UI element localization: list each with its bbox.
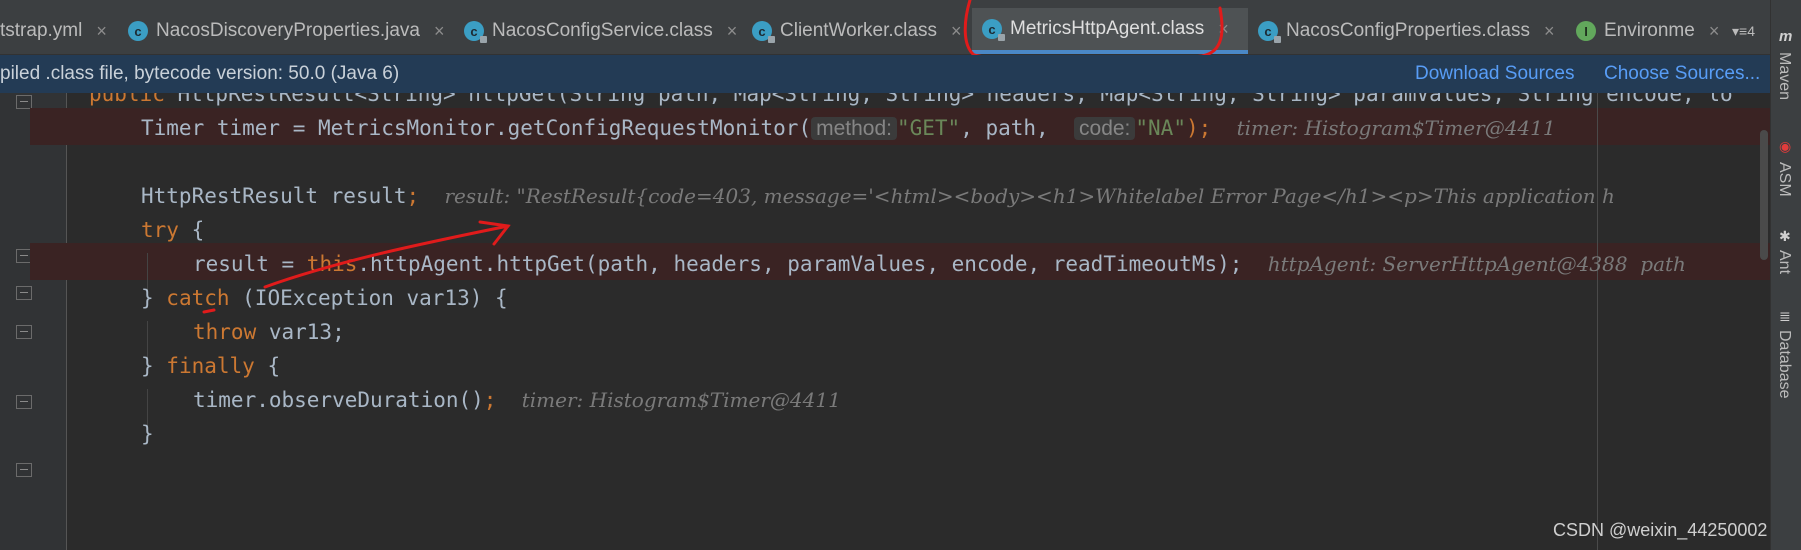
tab-label: Environme bbox=[1604, 20, 1695, 41]
compiled-class-icon: c bbox=[752, 21, 775, 43]
banner-message: piled .class file, bytecode version: 50.… bbox=[0, 63, 400, 84]
close-icon[interactable]: × bbox=[1544, 21, 1555, 42]
tab-overflow-button[interactable]: ▾≡ 4 bbox=[1732, 8, 1770, 54]
watermark: CSDN @weixin_44250002 bbox=[1553, 520, 1768, 540]
debug-inline-value: timer: Histogram$Timer@4411 bbox=[1236, 116, 1556, 140]
close-icon[interactable]: × bbox=[434, 21, 445, 42]
code-line: Timer timer = MetricsMonitor.getConfigRe… bbox=[141, 116, 1556, 140]
code-line: timer.observeDuration(); timer: Histogra… bbox=[193, 388, 841, 412]
code-line: throw var13; bbox=[193, 320, 345, 344]
code-editor[interactable]: public HttpRestResult<String> httpGet(St… bbox=[0, 93, 1770, 550]
tab-label: tstrap.yml bbox=[0, 20, 83, 41]
code-line: } finally { bbox=[141, 354, 281, 378]
right-tool-strip: m Maven ◉ ASM ✱ Ant ≣ Database bbox=[1770, 0, 1801, 550]
code-line: try { bbox=[141, 218, 205, 242]
fold-marker-icon[interactable] bbox=[16, 463, 32, 477]
fold-marker-icon[interactable] bbox=[16, 325, 32, 339]
tab-nacos-discovery-properties[interactable]: c NacosDiscoveryProperties.java × bbox=[128, 8, 452, 54]
code-line: } catch (IOException var13) { bbox=[141, 286, 508, 310]
parameter-hint: code: bbox=[1074, 117, 1136, 140]
debug-inline-value: result: "RestResult{code=403, message='<… bbox=[444, 184, 1615, 208]
tab-bootstrap-yml[interactable]: tstrap.yml × bbox=[0, 8, 112, 54]
ant-tool-button[interactable]: Ant bbox=[1775, 250, 1793, 274]
tab-label: NacosConfigService.class bbox=[492, 20, 713, 41]
database-tool-button[interactable]: Database bbox=[1775, 330, 1793, 399]
tab-environment[interactable]: I Environme × bbox=[1576, 8, 1746, 54]
tab-label: ClientWorker.class bbox=[780, 20, 937, 41]
breadcrumb bbox=[0, 0, 1770, 8]
tab-nacos-config-properties[interactable]: c NacosConfigProperties.class × bbox=[1258, 8, 1564, 54]
close-icon[interactable]: × bbox=[1218, 19, 1229, 40]
java-class-icon: c bbox=[128, 21, 148, 41]
close-icon[interactable]: × bbox=[1709, 21, 1720, 42]
debug-inline-value: httpAgent: ServerHttpAgent@4388 path bbox=[1267, 252, 1686, 276]
editor-scrollbar[interactable] bbox=[1760, 130, 1768, 260]
tab-client-worker[interactable]: c ClientWorker.class × bbox=[752, 8, 974, 54]
fold-marker-icon[interactable] bbox=[16, 395, 32, 409]
code-line: } bbox=[141, 422, 154, 446]
maven-icon: m bbox=[1779, 28, 1793, 45]
close-icon[interactable]: × bbox=[951, 21, 962, 42]
code-line: result = this.httpAgent.httpGet(path, he… bbox=[193, 252, 1686, 276]
choose-sources-link[interactable]: Choose Sources... bbox=[1604, 63, 1760, 85]
right-margin-guide bbox=[1597, 93, 1598, 550]
interface-icon: I bbox=[1576, 21, 1596, 41]
close-icon[interactable]: × bbox=[727, 21, 738, 42]
compiled-class-icon: c bbox=[1258, 21, 1281, 43]
download-sources-link[interactable]: Download Sources bbox=[1415, 63, 1574, 85]
fold-marker-icon[interactable] bbox=[16, 286, 32, 300]
code-line: HttpRestResult result; result: "RestResu… bbox=[141, 184, 1615, 208]
decompiled-notice-banner: piled .class file, bytecode version: 50.… bbox=[0, 55, 1770, 93]
maven-tool-button[interactable]: Maven bbox=[1775, 52, 1793, 100]
compiled-class-icon: c bbox=[982, 19, 1005, 41]
tab-label: NacosConfigProperties.class bbox=[1286, 20, 1530, 41]
close-icon[interactable]: × bbox=[96, 21, 107, 42]
ant-icon: ✱ bbox=[1779, 228, 1791, 244]
tab-nacos-config-service[interactable]: c NacosConfigService.class × bbox=[464, 8, 738, 54]
parameter-hint: method: bbox=[811, 117, 897, 140]
tab-overflow-count: 4 bbox=[1747, 23, 1755, 39]
debug-inline-value: timer: Histogram$Timer@4411 bbox=[521, 388, 841, 412]
asm-tool-button[interactable]: ASM bbox=[1775, 162, 1793, 197]
overflow-list-icon: ▾≡ bbox=[1732, 22, 1748, 39]
compiled-class-icon: c bbox=[464, 21, 487, 43]
fold-marker-icon[interactable] bbox=[16, 95, 32, 109]
asm-icon: ◉ bbox=[1779, 138, 1792, 154]
tab-metrics-http-agent[interactable]: c MetricsHttpAgent.class × bbox=[972, 8, 1248, 54]
tab-label: MetricsHttpAgent.class bbox=[1010, 18, 1205, 39]
editor-gutter bbox=[0, 93, 67, 550]
database-icon: ≣ bbox=[1779, 308, 1791, 324]
editor-tab-bar: tstrap.yml × c NacosDiscoveryProperties.… bbox=[0, 8, 1770, 55]
tab-label: NacosDiscoveryProperties.java bbox=[156, 20, 420, 41]
